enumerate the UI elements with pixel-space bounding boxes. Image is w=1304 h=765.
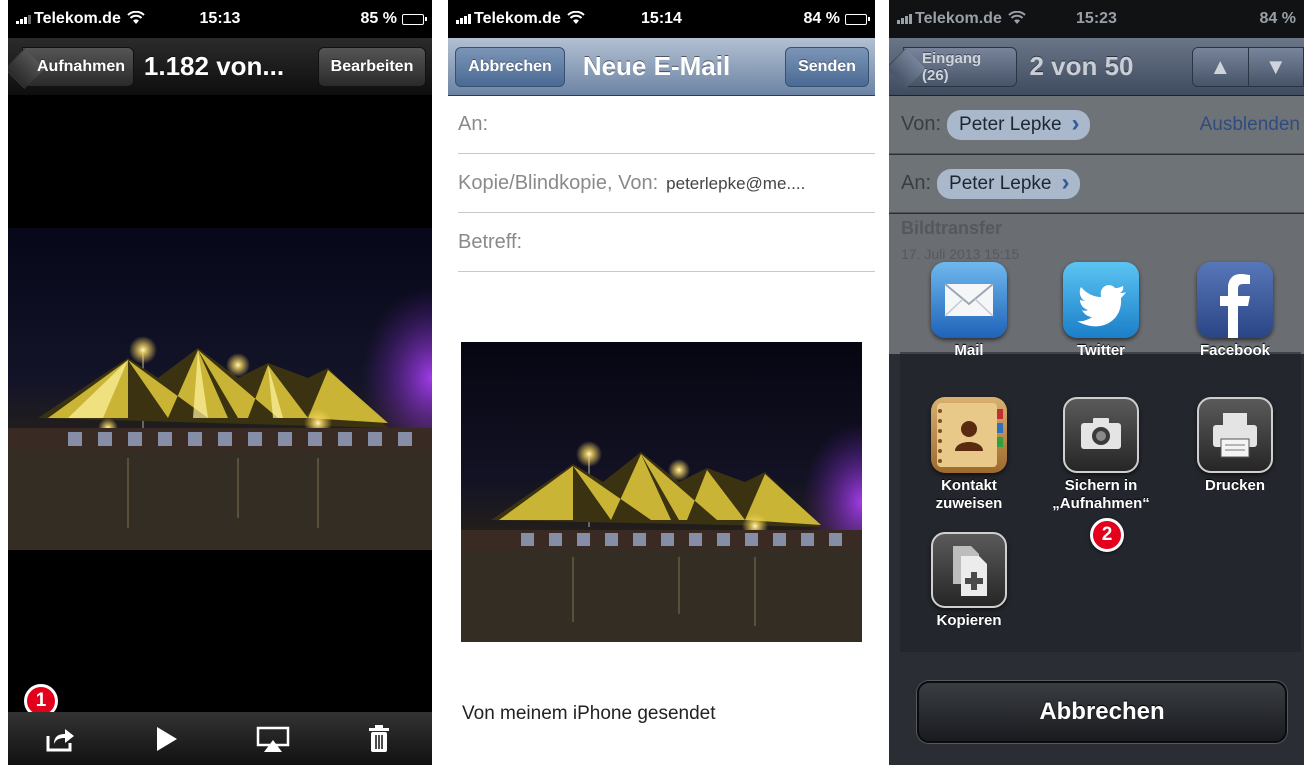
from-label: Von: bbox=[901, 113, 942, 135]
send-button[interactable]: Senden bbox=[785, 47, 869, 87]
navigation-bar: Aufnahmen 1.182 von... Bearbeiten bbox=[8, 38, 432, 96]
facebook-logo-icon bbox=[1197, 262, 1273, 338]
subject-field[interactable]: Betreff: bbox=[458, 214, 875, 272]
carrier-label: Telekom.de bbox=[915, 10, 1002, 27]
next-message-button[interactable]: ▼ bbox=[1247, 48, 1303, 86]
battery-icon bbox=[845, 13, 870, 25]
share-contact-label-line2: zuweisen bbox=[935, 495, 1003, 512]
share-facebook-label: Facebook bbox=[1199, 342, 1271, 359]
subject-label: Betreff: bbox=[458, 231, 523, 253]
camera-icon bbox=[1063, 397, 1139, 473]
page-title: Neue E-Mail bbox=[582, 51, 731, 81]
callout-marker-2: 2 bbox=[1090, 518, 1124, 552]
share-contact-label-line1: Kontakt bbox=[941, 477, 997, 494]
share-icon[interactable] bbox=[37, 719, 85, 759]
share-facebook[interactable]: Facebook bbox=[1173, 262, 1297, 360]
from-row: Von: Peter Lepke Ausblenden bbox=[889, 96, 1304, 154]
status-bar: Telekom.de 15:13 85 % bbox=[8, 0, 432, 38]
copy-document-icon bbox=[931, 532, 1007, 608]
signal-icon bbox=[456, 14, 471, 24]
contacts-book-icon bbox=[931, 397, 1007, 473]
airplay-icon[interactable] bbox=[249, 719, 297, 759]
page-title: 1.182 von... bbox=[143, 51, 285, 81]
navigation-bar: Abbrechen Neue E-Mail Senden bbox=[448, 38, 875, 96]
back-button-aufnahmen[interactable]: Aufnahmen bbox=[22, 47, 134, 87]
page-title: 2 von 50 bbox=[1029, 51, 1134, 81]
share-mail-label: Mail bbox=[954, 342, 984, 359]
mail-icon bbox=[931, 262, 1007, 338]
share-twitter-label: Twitter bbox=[1076, 342, 1126, 359]
mail-date: 17. Juli 2013 15:15 bbox=[901, 246, 1020, 262]
twitter-bird-icon bbox=[1063, 262, 1139, 338]
to-row: An: Peter Lepke bbox=[889, 155, 1304, 213]
share-save-to-camera-roll[interactable]: Sichern in „Aufnahmen“ bbox=[1039, 397, 1163, 513]
share-save-label-line1: Sichern in bbox=[1064, 477, 1138, 494]
trash-icon[interactable] bbox=[355, 719, 403, 759]
play-icon[interactable] bbox=[143, 719, 191, 759]
cc-from-field[interactable]: Kopie/Blindkopie, Von: peterlepke@me.... bbox=[458, 155, 875, 213]
printer-icon bbox=[1197, 397, 1273, 473]
attached-photo[interactable] bbox=[461, 342, 862, 642]
message-nav-buttons: ▲ ▼ bbox=[1192, 47, 1304, 87]
battery-percent: 84 % bbox=[803, 10, 840, 27]
share-assign-contact[interactable]: Kontakt zuweisen bbox=[907, 397, 1031, 513]
back-button-inbox[interactable]: Eingang (26) bbox=[903, 47, 1017, 87]
signal-icon bbox=[897, 14, 912, 24]
to-field[interactable]: An: bbox=[458, 96, 875, 154]
share-mail[interactable]: Mail bbox=[907, 262, 1031, 360]
share-twitter[interactable]: Twitter bbox=[1039, 262, 1163, 360]
photo-toolbar bbox=[8, 712, 432, 765]
signal-icon bbox=[16, 14, 31, 24]
wifi-icon bbox=[1008, 10, 1026, 28]
battery-percent: 85 % bbox=[360, 10, 397, 27]
carrier-label: Telekom.de bbox=[474, 10, 561, 27]
status-bar: Telekom.de 15:23 84 % bbox=[889, 0, 1304, 38]
share-copy-label: Kopieren bbox=[936, 612, 1002, 629]
cancel-button[interactable]: Abbrechen bbox=[455, 47, 565, 87]
share-print-label: Drucken bbox=[1204, 477, 1266, 494]
new-email-screen: Telekom.de 15:14 84 % Abbrechen Neue E-M… bbox=[448, 0, 875, 765]
cancel-share-button[interactable]: Abbrechen bbox=[917, 681, 1287, 743]
recipient-chip[interactable]: Peter Lepke bbox=[937, 168, 1080, 199]
battery-icon bbox=[402, 13, 427, 25]
email-signature[interactable]: Von meinem iPhone gesendet bbox=[462, 703, 716, 725]
photo-viewer-screen: Telekom.de 15:13 85 % Aufnahmen 1.182 vo… bbox=[8, 0, 432, 765]
cc-from-label: Kopie/Blindkopie, Von: bbox=[458, 172, 659, 194]
share-print[interactable]: Drucken bbox=[1173, 397, 1297, 495]
battery-percent: 84 % bbox=[1259, 10, 1296, 27]
wifi-icon bbox=[567, 10, 585, 28]
circus-tent-photo[interactable] bbox=[8, 228, 432, 550]
mail-share-sheet-screen: Telekom.de 15:23 84 % Eingang (26) 2 von… bbox=[889, 0, 1304, 765]
navigation-bar: Eingang (26) 2 von 50 ▲ ▼ bbox=[889, 38, 1304, 96]
carrier-label: Telekom.de bbox=[34, 10, 121, 27]
sender-chip[interactable]: Peter Lepke bbox=[947, 109, 1090, 140]
to-label: An: bbox=[458, 113, 489, 135]
hide-details-link[interactable]: Ausblenden bbox=[1200, 114, 1300, 136]
status-bar: Telekom.de 15:14 84 % bbox=[448, 0, 875, 38]
mail-subject: Bildtransfer bbox=[901, 218, 1003, 238]
edit-button[interactable]: Bearbeiten bbox=[318, 47, 426, 87]
share-save-label-line2: „Aufnahmen“ bbox=[1052, 495, 1150, 512]
previous-message-button[interactable]: ▲ bbox=[1193, 48, 1248, 86]
from-address: peterlepke@me.... bbox=[666, 173, 806, 193]
share-copy[interactable]: Kopieren bbox=[907, 532, 1031, 630]
to-label: An: bbox=[901, 172, 932, 194]
wifi-icon bbox=[127, 10, 145, 28]
